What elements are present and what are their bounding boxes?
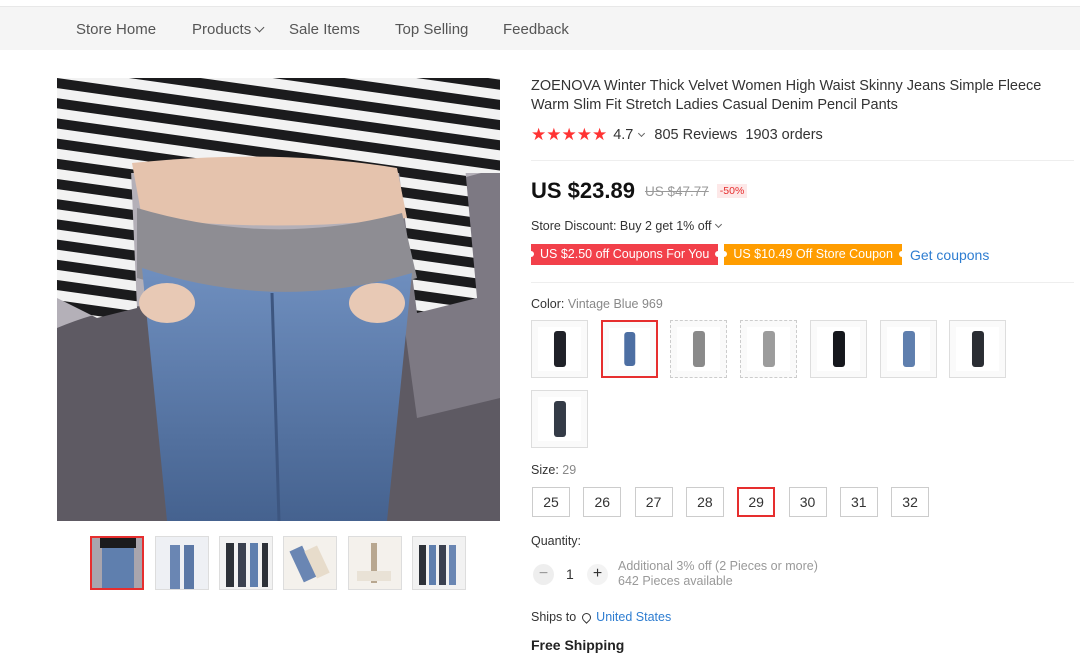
thumbnail-image [156,537,208,589]
ships-to-row: Ships to United States [531,610,671,624]
color-swatch[interactable] [601,320,658,378]
swatch-image [747,327,790,371]
size-value: 29 [562,463,577,477]
color-swatch[interactable] [949,320,1006,378]
thumbnail-image [220,537,272,589]
product-title: ZOENOVA Winter Thick Velvet Women High W… [531,78,1042,113]
color-label: Color: Vintage Blue 969 [531,297,663,311]
swatch-jeans [832,331,845,367]
store-nav: Store Home Products Sale Items Top Selli… [0,6,1080,50]
thumbnail-3[interactable] [219,536,273,590]
discount-badge: -50% [716,184,748,198]
coupon-for-you[interactable]: US $2.50 off Coupons For You [527,244,722,265]
size-option[interactable]: 32 [891,487,930,517]
thumbnail-image [349,537,401,589]
swatch-image [956,327,999,371]
stock-available: 642 Pieces available [618,574,733,588]
quantity-note: Additional 3% off (2 Pieces or more) 642… [618,559,818,589]
quantity-value[interactable]: 1 [566,566,574,582]
swatch-image [609,328,650,370]
chevron-down-icon [254,22,265,33]
quantity-increase-button[interactable]: + [587,564,608,585]
thumbnail-5[interactable] [348,536,402,590]
swatch-image [677,327,720,371]
color-swatch[interactable] [531,320,588,378]
size-option[interactable]: 25 [532,487,570,517]
free-shipping: Free Shipping [531,637,625,653]
divider [531,160,1074,161]
product-photo [57,78,500,521]
rating-value[interactable]: 4.7 [613,127,633,143]
nav-store-home[interactable]: Store Home [76,21,156,38]
color-swatch[interactable] [740,320,797,378]
thumbnail-4[interactable] [283,536,337,590]
color-swatch[interactable] [880,320,937,378]
location-pin-icon [580,610,594,624]
swatch-jeans [553,401,566,437]
swatch-image [538,397,581,441]
chevron-down-icon[interactable] [638,129,646,138]
color-swatch[interactable] [810,320,867,378]
thumbnail-image [284,537,336,589]
orders-count: 1903 orders [745,127,823,143]
thumbnail-1[interactable] [90,536,144,590]
size-option[interactable]: 31 [839,487,878,517]
current-price: US $23.89 [531,178,635,203]
ships-country-link[interactable]: United States [596,610,671,624]
thumbnail-image [92,538,142,588]
swatch-jeans [692,331,705,367]
color-swatch[interactable] [670,320,727,378]
thumbnail-6[interactable] [412,536,466,590]
original-price: US $47.77 [644,183,709,199]
ships-label: Ships to [531,610,577,624]
swatch-jeans [902,331,915,367]
size-option[interactable]: 27 [634,487,673,517]
swatch-jeans [971,331,984,367]
swatch-image [817,327,860,371]
color-value: Vintage Blue 969 [567,297,663,311]
star-rating-icon: ★★★★★ [531,125,608,144]
store-discount[interactable]: Store Discount: Buy 2 get 1% off [531,219,731,233]
size-option[interactable]: 28 [685,487,724,517]
store-discount-text: Store Discount: Buy 2 get 1% off [531,219,712,233]
nav-feedback[interactable]: Feedback [503,21,569,38]
thumbnail-2[interactable] [155,536,209,590]
price-row: US $23.89 US $47.77 -50% [531,178,748,204]
size-label: Size: 29 [531,463,577,477]
bulk-discount-note: Additional 3% off (2 Pieces or more) [618,559,818,573]
store-coupon[interactable]: US $10.49 Off Store Coupon [721,244,905,265]
reviews-count[interactable]: 805 Reviews [654,127,737,143]
size-option[interactable]: 29 [737,487,776,517]
color-swatch[interactable] [531,390,588,448]
quantity-label: Quantity: [531,534,582,548]
swatch-jeans [623,332,636,366]
main-product-image[interactable] [57,78,500,521]
swatch-jeans [553,331,566,367]
coupons-row: US $2.50 off Coupons For You US $10.49 O… [527,244,989,265]
swatch-jeans [762,331,775,367]
thumbnail-image [413,537,465,589]
nav-top-selling[interactable]: Top Selling [395,21,468,38]
swatch-image [887,327,930,371]
size-option[interactable]: 30 [788,487,827,517]
rating-row: ★★★★★ 4.7 805 Reviews 1903 orders [531,125,823,144]
chevron-down-icon [715,220,723,229]
nav-sale-items[interactable]: Sale Items [289,21,360,38]
swatch-image [538,327,581,371]
get-coupons-link[interactable]: Get coupons [910,247,989,263]
quantity-decrease-button[interactable]: − [533,564,554,585]
divider [531,282,1074,283]
size-option[interactable]: 26 [583,487,622,517]
nav-products[interactable]: Products [192,21,265,38]
